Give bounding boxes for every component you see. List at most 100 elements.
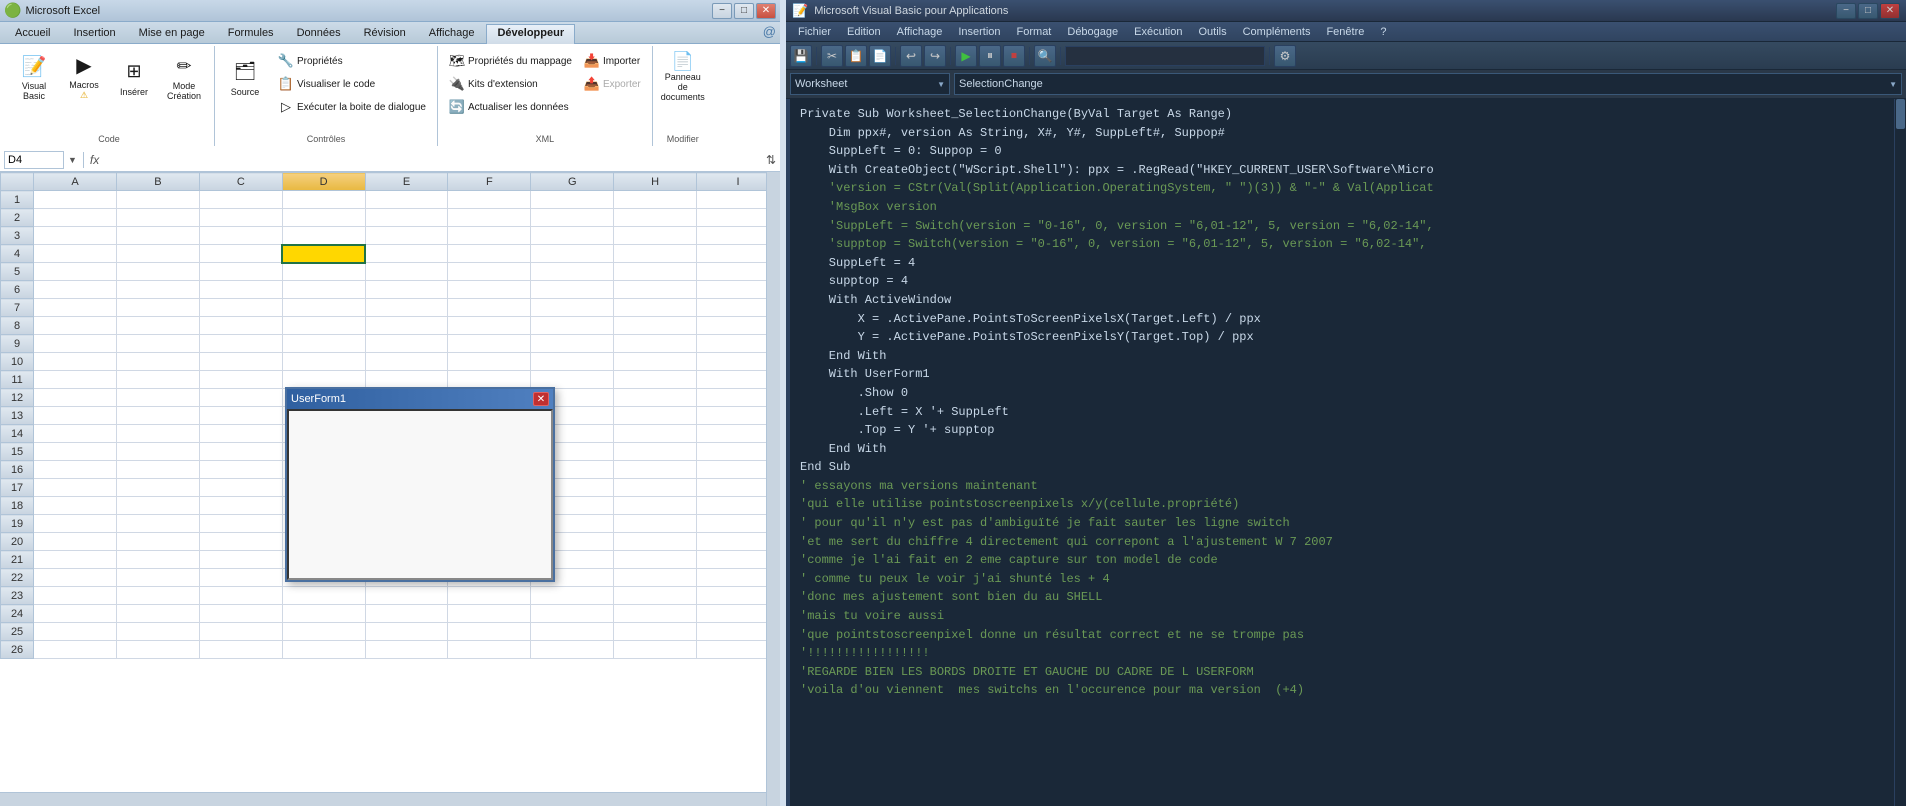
cell-A17[interactable] (34, 479, 117, 497)
cell-H21[interactable] (614, 551, 697, 569)
macros-button[interactable]: ▶ Macros ⚠ (60, 48, 108, 104)
userform-window[interactable]: UserForm1 ✕ (285, 387, 555, 582)
cell-E6[interactable] (365, 281, 448, 299)
cell-B18[interactable] (117, 497, 200, 515)
cell-B19[interactable] (117, 515, 200, 533)
cell-G24[interactable] (531, 605, 614, 623)
menu-execution[interactable]: Exécution (1126, 24, 1190, 40)
row-header-10[interactable]: 10 (1, 353, 34, 371)
row-header-13[interactable]: 13 (1, 407, 34, 425)
cell-A11[interactable] (34, 371, 117, 389)
cell-H2[interactable] (614, 209, 697, 227)
cell-B8[interactable] (117, 317, 200, 335)
cell-F2[interactable] (448, 209, 531, 227)
cell-B9[interactable] (117, 335, 200, 353)
tab-affichage[interactable]: Affichage (418, 24, 486, 43)
cell-D11[interactable] (282, 371, 365, 389)
row-header-25[interactable]: 25 (1, 623, 34, 641)
toolbar-cut[interactable]: ✂ (821, 45, 843, 67)
mode-creation-button[interactable]: ✏ ModeCréation (160, 48, 208, 104)
cell-H6[interactable] (614, 281, 697, 299)
cell-C7[interactable] (199, 299, 282, 317)
cell-H11[interactable] (614, 371, 697, 389)
menu-format[interactable]: Format (1009, 24, 1060, 40)
row-header-26[interactable]: 26 (1, 641, 34, 659)
toolbar-pause[interactable]: ⏸ (979, 45, 1001, 67)
cell-B25[interactable] (117, 623, 200, 641)
cell-A26[interactable] (34, 641, 117, 659)
cell-D5[interactable] (282, 263, 365, 281)
cell-F25[interactable] (448, 623, 531, 641)
cell-G4[interactable] (531, 245, 614, 263)
cell-C14[interactable] (199, 425, 282, 443)
cell-G9[interactable] (531, 335, 614, 353)
toolbar-stop[interactable]: ⏹ (1003, 45, 1025, 67)
cell-A10[interactable] (34, 353, 117, 371)
cell-F3[interactable] (448, 227, 531, 245)
source-button[interactable]: 🗂 Source (221, 48, 269, 104)
executer-boite-button[interactable]: ▷ Exécuter la boite de dialogue (273, 96, 431, 118)
minimize-button[interactable]: − (712, 3, 732, 19)
toolbar-gear[interactable]: ⚙ (1274, 45, 1296, 67)
cell-B14[interactable] (117, 425, 200, 443)
cell-C25[interactable] (199, 623, 282, 641)
cell-G6[interactable] (531, 281, 614, 299)
panneau-documents-button[interactable]: 📄 Panneau dedocuments (659, 48, 707, 104)
cell-E23[interactable] (365, 587, 448, 605)
cell-H18[interactable] (614, 497, 697, 515)
cell-A24[interactable] (34, 605, 117, 623)
row-header-14[interactable]: 14 (1, 425, 34, 443)
cell-H20[interactable] (614, 533, 697, 551)
cell-D3[interactable] (282, 227, 365, 245)
cell-H10[interactable] (614, 353, 697, 371)
cell-C15[interactable] (199, 443, 282, 461)
cell-F10[interactable] (448, 353, 531, 371)
row-header-22[interactable]: 22 (1, 569, 34, 587)
cell-B5[interactable] (117, 263, 200, 281)
row-header-17[interactable]: 17 (1, 479, 34, 497)
cell-B23[interactable] (117, 587, 200, 605)
cell-H19[interactable] (614, 515, 697, 533)
cell-B16[interactable] (117, 461, 200, 479)
cell-C22[interactable] (199, 569, 282, 587)
horizontal-scrollbar[interactable] (0, 792, 766, 806)
cell-F5[interactable] (448, 263, 531, 281)
cell-B12[interactable] (117, 389, 200, 407)
vba-object-dropdown[interactable]: Worksheet ▼ (790, 73, 950, 95)
cell-E5[interactable] (365, 263, 448, 281)
cell-C24[interactable] (199, 605, 282, 623)
cell-E4[interactable] (365, 245, 448, 263)
menu-fichier[interactable]: Fichier (790, 24, 839, 40)
cell-B24[interactable] (117, 605, 200, 623)
cell-A23[interactable] (34, 587, 117, 605)
row-header-2[interactable]: 2 (1, 209, 34, 227)
col-header-F[interactable]: F (448, 173, 531, 191)
cell-E7[interactable] (365, 299, 448, 317)
cell-A12[interactable] (34, 389, 117, 407)
cell-D24[interactable] (282, 605, 365, 623)
toolbar-undo[interactable]: ↩ (900, 45, 922, 67)
cell-B15[interactable] (117, 443, 200, 461)
row-header-23[interactable]: 23 (1, 587, 34, 605)
vba-toolbar-search-input[interactable] (1065, 46, 1265, 66)
cell-D8[interactable] (282, 317, 365, 335)
cell-C23[interactable] (199, 587, 282, 605)
toolbar-paste[interactable]: 📄 (869, 45, 891, 67)
cell-H7[interactable] (614, 299, 697, 317)
cell-A21[interactable] (34, 551, 117, 569)
cell-C2[interactable] (199, 209, 282, 227)
cell-H3[interactable] (614, 227, 697, 245)
cell-B21[interactable] (117, 551, 200, 569)
formula-scroll-icon[interactable]: ⇅ (766, 153, 776, 167)
cell-D2[interactable] (282, 209, 365, 227)
cell-G11[interactable] (531, 371, 614, 389)
cell-B7[interactable] (117, 299, 200, 317)
toolbar-copy[interactable]: 📋 (845, 45, 867, 67)
cell-E1[interactable] (365, 191, 448, 209)
cell-A5[interactable] (34, 263, 117, 281)
userform-close-button[interactable]: ✕ (533, 392, 549, 406)
visual-basic-button[interactable]: 📝 VisualBasic (10, 48, 58, 104)
cell-B6[interactable] (117, 281, 200, 299)
cell-A19[interactable] (34, 515, 117, 533)
cell-H14[interactable] (614, 425, 697, 443)
